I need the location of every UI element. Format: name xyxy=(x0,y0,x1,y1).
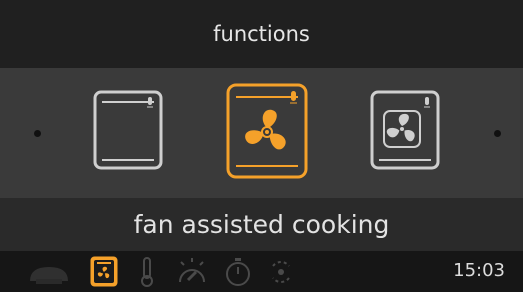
preheat-icon[interactable] xyxy=(175,256,209,288)
page-title-text: functions xyxy=(213,22,310,46)
selected-function-label: fan assisted cooking xyxy=(0,198,523,251)
bottom-status-bar: 15:03 xyxy=(0,251,523,292)
eco-icon[interactable] xyxy=(268,258,294,286)
selected-function-text: fan assisted cooking xyxy=(133,210,390,239)
timer-icon[interactable] xyxy=(224,257,252,287)
function-icon[interactable] xyxy=(90,256,118,287)
oven-display: functions fan assisted cooking 15:03 xyxy=(0,0,523,292)
function-option-fan-oven[interactable] xyxy=(370,90,442,170)
fan-oven-icon xyxy=(370,90,440,170)
scroll-right-indicator[interactable] xyxy=(494,130,501,137)
fan-icon xyxy=(386,113,415,142)
function-carousel[interactable] xyxy=(0,68,523,198)
pot-icon[interactable] xyxy=(26,259,72,285)
fan-icon xyxy=(245,109,286,150)
scroll-left-indicator[interactable] xyxy=(34,130,41,137)
fan-assisted-icon xyxy=(226,83,308,179)
light-bulb-icon xyxy=(290,91,297,104)
top-bottom-heat-icon xyxy=(93,90,163,170)
function-option-fan-assisted[interactable] xyxy=(225,82,309,180)
light-bulb-icon xyxy=(424,97,430,108)
thermometer-icon[interactable] xyxy=(137,256,157,288)
function-option-top-bottom-heat[interactable] xyxy=(93,90,165,170)
clock: 15:03 xyxy=(453,260,505,281)
page-title: functions xyxy=(0,0,523,68)
